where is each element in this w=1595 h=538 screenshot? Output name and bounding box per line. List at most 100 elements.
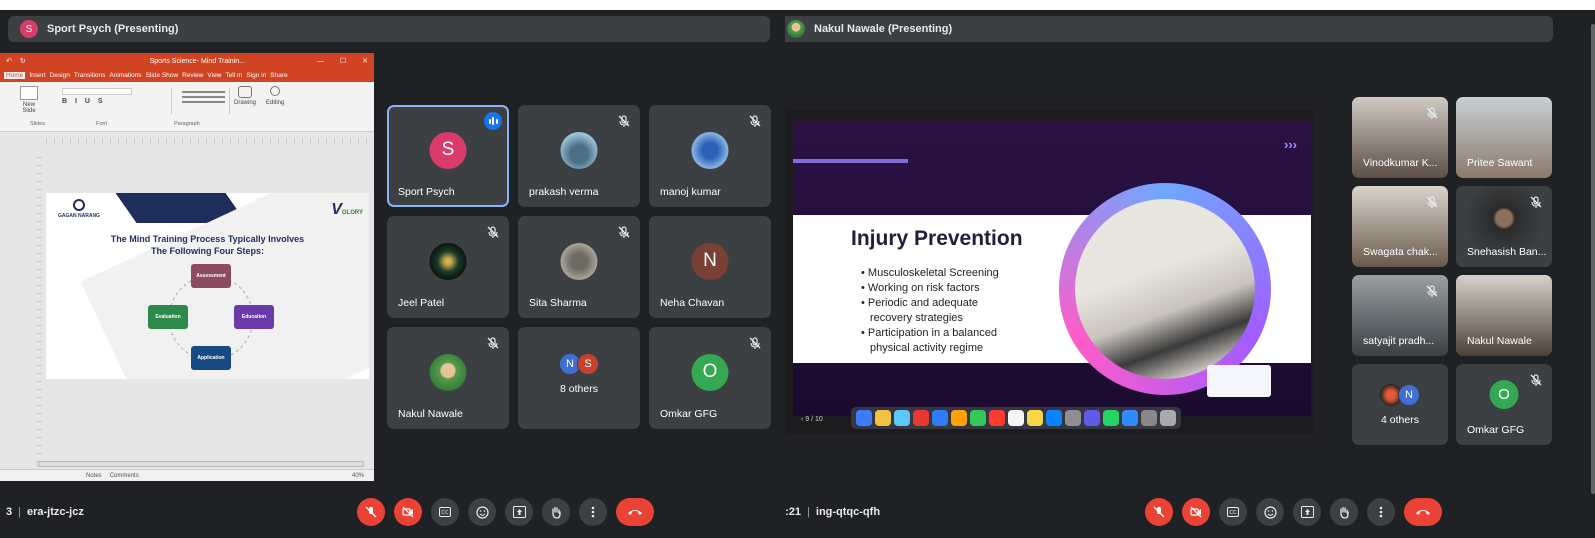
dock-app-icon[interactable] xyxy=(894,410,910,426)
leave-call-button[interactable] xyxy=(616,498,654,526)
participant-tile[interactable]: O Omkar GFG xyxy=(1456,364,1552,445)
tab-design[interactable]: Design xyxy=(50,72,70,79)
tab-slide-show[interactable]: Slide Show xyxy=(146,72,179,79)
horizontal-scrollbar[interactable] xyxy=(38,461,364,467)
dock-app-icon[interactable] xyxy=(1103,410,1119,426)
more-options-button[interactable] xyxy=(579,498,607,526)
present-button[interactable] xyxy=(1293,498,1321,526)
participant-tile[interactable]: manoj kumar xyxy=(649,105,771,207)
participant-tile[interactable]: Swagata chak... xyxy=(1352,186,1448,267)
participant-name: Sport Psych xyxy=(398,186,455,198)
photo-ring xyxy=(1059,183,1271,395)
participant-tile[interactable]: O Omkar GFG xyxy=(649,327,771,429)
participant-tile[interactable]: satyajit pradh... xyxy=(1352,275,1448,356)
dock-app-icon[interactable] xyxy=(856,410,872,426)
dock-app-icon[interactable] xyxy=(1141,410,1157,426)
share-button[interactable]: Share xyxy=(270,72,287,79)
presenting-label: Sport Psych (Presenting) xyxy=(47,23,179,35)
minimize-icon[interactable]: — xyxy=(317,58,324,65)
more-options-button[interactable] xyxy=(1367,498,1395,526)
dock-app-icon[interactable] xyxy=(1122,410,1138,426)
presenting-banner-right[interactable]: Nakul Nawale (Presenting) xyxy=(785,16,1553,42)
captions-button[interactable]: CC xyxy=(431,498,459,526)
presenter-avatar: S xyxy=(20,20,38,38)
tab-animations[interactable]: Animations xyxy=(109,72,141,79)
reactions-button[interactable] xyxy=(1256,498,1284,526)
participant-name: prakash verma xyxy=(529,186,599,198)
mic-off-button[interactable] xyxy=(1145,498,1173,526)
tab-home[interactable]: Home xyxy=(4,72,26,79)
others-avatars: N xyxy=(1380,384,1420,407)
dock-app-icon[interactable] xyxy=(989,410,1005,426)
slide-heading: The Mind Training Process Typically Invo… xyxy=(46,233,369,257)
leave-call-button[interactable] xyxy=(1404,498,1442,526)
undo-icon[interactable]: ↶ xyxy=(6,57,12,65)
dock-app-icon[interactable] xyxy=(1160,410,1176,426)
tell-me-search[interactable]: Tell m xyxy=(225,72,242,79)
participant-tile[interactable]: Sita Sharma xyxy=(518,216,640,318)
font-family-box[interactable] xyxy=(62,88,132,95)
new-slide-button[interactable]: New Slide xyxy=(18,86,40,114)
dock-app-icon[interactable] xyxy=(1065,410,1081,426)
participant-name: Nakul Nawale xyxy=(398,408,463,420)
redo-icon[interactable]: ↻ xyxy=(20,57,26,65)
slide-canvas[interactable]: GAGAN NARANG VGLORY The Mind Training Pr… xyxy=(46,193,369,379)
step-evaluation: Evaluation xyxy=(148,305,188,329)
participant-tile[interactable]: Nakul Nawale xyxy=(1456,275,1552,356)
captions-button[interactable]: CC xyxy=(1219,498,1247,526)
dock-app-icon[interactable] xyxy=(1084,410,1100,426)
sign-in-link[interactable]: Sign in xyxy=(246,72,266,79)
dock-app-icon[interactable] xyxy=(970,410,986,426)
comments-button[interactable]: Comments xyxy=(110,473,139,479)
captions-icon: CC xyxy=(1227,507,1239,517)
tab-transitions[interactable]: Transitions xyxy=(74,72,106,79)
participant-tile[interactable]: Nakul Nawale xyxy=(387,327,509,429)
editing-label: Editing xyxy=(266,100,285,106)
dock-app-icon[interactable] xyxy=(1027,410,1043,426)
right-scrollbar[interactable] xyxy=(1591,24,1595,494)
dock-app-icon[interactable] xyxy=(1046,410,1062,426)
dock-app-icon[interactable] xyxy=(1008,410,1024,426)
font-controls[interactable]: B I U S xyxy=(62,88,172,114)
font-style-icons[interactable]: B I U S xyxy=(62,98,171,105)
participant-tile[interactable]: S Sport Psych xyxy=(387,105,509,207)
reactions-button[interactable] xyxy=(468,498,496,526)
participant-tile[interactable]: N Neha Chavan xyxy=(649,216,771,318)
shared-screen[interactable]: ››› Injury Prevention • Musculoskeletal … xyxy=(785,109,1313,433)
present-button[interactable] xyxy=(505,498,533,526)
camera-off-button[interactable] xyxy=(1182,498,1210,526)
participant-tile[interactable]: Jeel Patel xyxy=(387,216,509,318)
mic-off-button[interactable] xyxy=(357,498,385,526)
dock-app-icon[interactable] xyxy=(951,410,967,426)
camera-off-button[interactable] xyxy=(394,498,422,526)
presenting-banner[interactable]: S Sport Psych (Presenting) xyxy=(8,16,770,42)
participant-tile[interactable]: N 4 others xyxy=(1352,364,1448,445)
powerpoint-window[interactable]: ↶ ↻ Sports Science- Mind Trainin... — ☐ … xyxy=(0,53,374,481)
editing-button[interactable]: Editing xyxy=(266,86,284,106)
notes-button[interactable]: Notes xyxy=(86,473,102,479)
participant-name: Jeel Patel xyxy=(398,297,445,309)
dock-app-icon[interactable] xyxy=(913,410,929,426)
close-icon[interactable]: ✕ xyxy=(362,57,368,65)
ppt-statusbar: Notes Comments 40% xyxy=(0,469,374,481)
raise-hand-button[interactable] xyxy=(542,498,570,526)
participant-tile[interactable]: Pritee Sawant xyxy=(1456,97,1552,178)
tab-insert[interactable]: Insert xyxy=(29,72,45,79)
participant-tile[interactable]: Vinodkumar K... xyxy=(1352,97,1448,178)
raise-hand-button[interactable] xyxy=(1330,498,1358,526)
tab-view[interactable]: View xyxy=(207,72,221,79)
dock-app-icon[interactable] xyxy=(932,410,948,426)
logo-right-text: GLORY xyxy=(341,210,363,216)
participant-tile[interactable]: Snehasish Ban... xyxy=(1456,186,1552,267)
participant-tile[interactable]: prakash verma xyxy=(518,105,640,207)
paragraph-controls[interactable] xyxy=(178,88,230,114)
participant-tile[interactable]: NS 8 others xyxy=(518,327,640,429)
drawing-button[interactable]: Drawing xyxy=(234,86,256,106)
logo-right: VGLORY xyxy=(331,201,363,219)
zoom-level[interactable]: 40% xyxy=(352,473,364,479)
meeting-time: 3 xyxy=(6,506,13,518)
dock-app-icon[interactable] xyxy=(875,410,891,426)
tab-review[interactable]: Review xyxy=(182,72,203,79)
maximize-icon[interactable]: ☐ xyxy=(340,57,346,65)
meeting-time-right: 2:21 xyxy=(785,506,802,518)
